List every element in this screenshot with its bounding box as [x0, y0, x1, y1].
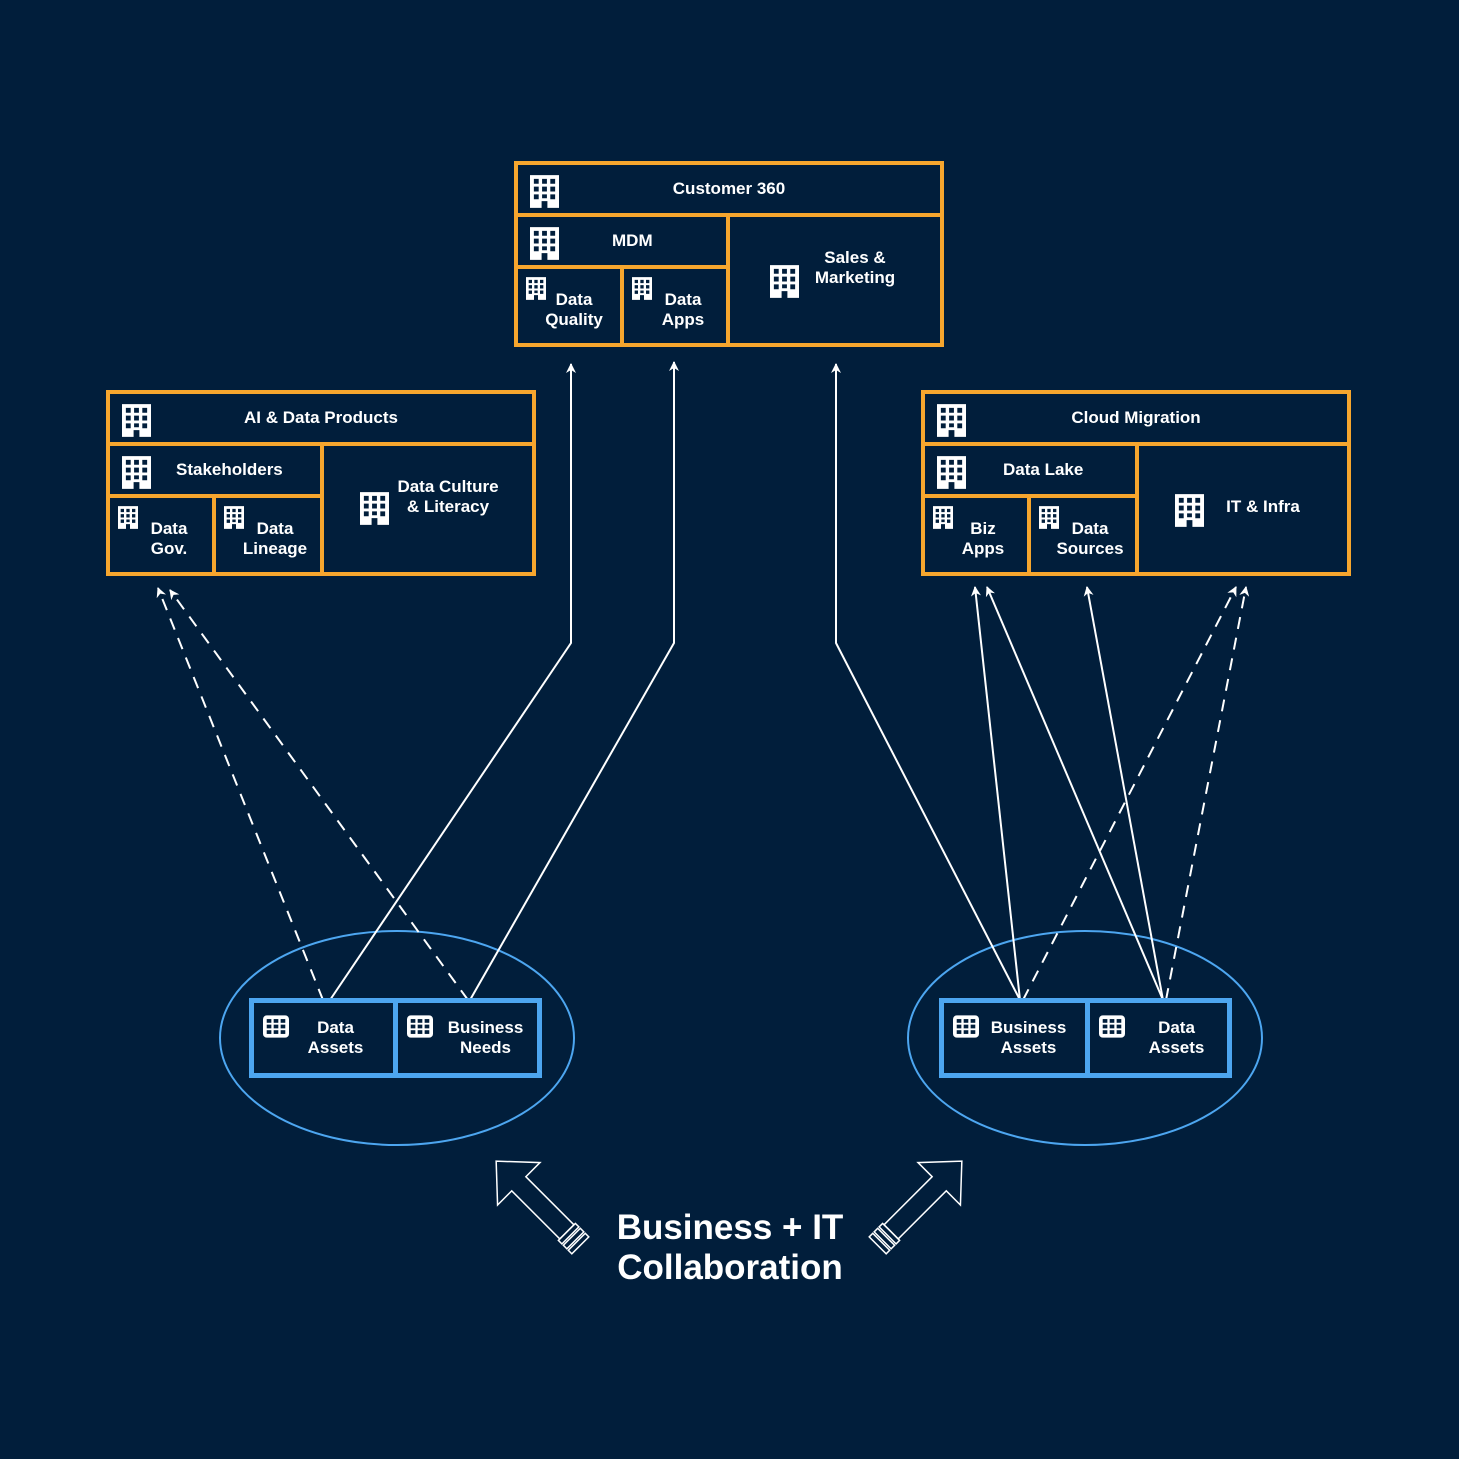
- up-arrow-outline-icon: [868, 1160, 963, 1255]
- data-apps-label: Data Apps: [661, 290, 705, 329]
- biz-apps-label: Biz Apps: [961, 519, 1005, 558]
- left-cluster-box: Data Assets Business Needs: [249, 998, 542, 1078]
- building-icon: [937, 404, 966, 437]
- building-icon: [1039, 506, 1059, 529]
- building-icon: [122, 456, 151, 489]
- stakeholders-header[interactable]: Stakeholders: [106, 442, 324, 498]
- data-assets-item[interactable]: Data Assets: [1090, 1003, 1227, 1073]
- dashed-connector: [169, 589, 469, 1001]
- dashed-connector: [1165, 586, 1250, 1001]
- table-grid-icon: [953, 1015, 979, 1038]
- customer-360-label: Customer 360: [672, 179, 786, 198]
- data-sources-cell[interactable]: Data Sources: [1027, 494, 1139, 576]
- dashed-connector: [156, 587, 324, 1001]
- business-assets-label: Business Assets: [990, 1018, 1067, 1057]
- data-gov-label: Data Gov.: [150, 519, 188, 558]
- building-icon: [526, 277, 546, 300]
- data-lineage-cell[interactable]: Data Lineage: [212, 494, 324, 576]
- building-icon: [770, 265, 799, 298]
- table-grid-icon: [407, 1015, 433, 1038]
- it-infra-label: IT & Infra: [1226, 497, 1300, 516]
- data-gov-cell[interactable]: Data Gov.: [106, 494, 216, 576]
- data-culture-literacy-cell[interactable]: Data Culture & Literacy: [320, 442, 536, 576]
- building-icon: [632, 277, 652, 300]
- table-grid-icon: [263, 1015, 289, 1038]
- sales-marketing-cell[interactable]: Sales & Marketing: [726, 213, 944, 347]
- building-icon: [224, 506, 244, 529]
- data-culture-literacy-label: Data Culture & Literacy: [397, 477, 499, 516]
- data-assets-label: Data Assets: [307, 1018, 364, 1057]
- business-needs-item[interactable]: Business Needs: [398, 1003, 537, 1073]
- table-grid-icon: [1099, 1015, 1125, 1038]
- building-icon: [360, 492, 389, 525]
- cloud-migration-group: Cloud Migration Data Lake Biz Apps Data …: [921, 390, 1351, 576]
- it-infra-cell[interactable]: IT & Infra: [1135, 442, 1351, 576]
- biz-apps-cell[interactable]: Biz Apps: [921, 494, 1031, 576]
- ai-data-products-group: AI & Data Products Stakeholders Data Gov…: [106, 390, 536, 576]
- data-quality-cell[interactable]: Data Quality: [514, 265, 624, 347]
- cloud-migration-header[interactable]: Cloud Migration: [921, 390, 1351, 446]
- data-quality-label: Data Quality: [545, 290, 603, 329]
- data-lake-header[interactable]: Data Lake: [921, 442, 1139, 498]
- data-lake-label: Data Lake: [1003, 460, 1084, 479]
- mdm-header[interactable]: MDM: [514, 213, 730, 269]
- customer-360-group: Customer 360 MDM Data Quality Data Apps …: [514, 161, 944, 347]
- building-icon: [122, 404, 151, 437]
- collaboration-title: Business + IT Collaboration: [616, 1208, 844, 1287]
- building-icon: [530, 175, 559, 208]
- up-arrow-outline-icon: [495, 1160, 590, 1255]
- business-needs-label: Business Needs: [447, 1018, 524, 1057]
- business-assets-item[interactable]: Business Assets: [944, 1003, 1090, 1073]
- building-icon: [937, 456, 966, 489]
- solid-connector: [1083, 586, 1164, 1001]
- sales-marketing-label: Sales & Marketing: [814, 248, 896, 287]
- building-icon: [1175, 494, 1204, 527]
- customer-360-header[interactable]: Customer 360: [514, 161, 944, 217]
- cloud-migration-label: Cloud Migration: [1071, 408, 1201, 427]
- right-cluster-box: Business Assets Data Assets: [939, 998, 1232, 1078]
- mdm-label: MDM: [612, 231, 653, 250]
- stakeholders-label: Stakeholders: [176, 460, 283, 479]
- ai-data-products-header[interactable]: AI & Data Products: [106, 390, 536, 446]
- ai-data-products-label: AI & Data Products: [244, 408, 398, 427]
- data-assets-label: Data Assets: [1148, 1018, 1205, 1057]
- building-icon: [530, 227, 559, 260]
- data-lineage-label: Data Lineage: [242, 519, 308, 558]
- dashed-connector: [1022, 586, 1237, 1001]
- building-icon: [933, 506, 953, 529]
- data-apps-cell[interactable]: Data Apps: [620, 265, 730, 347]
- data-sources-label: Data Sources: [1056, 519, 1124, 558]
- building-icon: [118, 506, 138, 529]
- data-assets-item[interactable]: Data Assets: [254, 1003, 398, 1073]
